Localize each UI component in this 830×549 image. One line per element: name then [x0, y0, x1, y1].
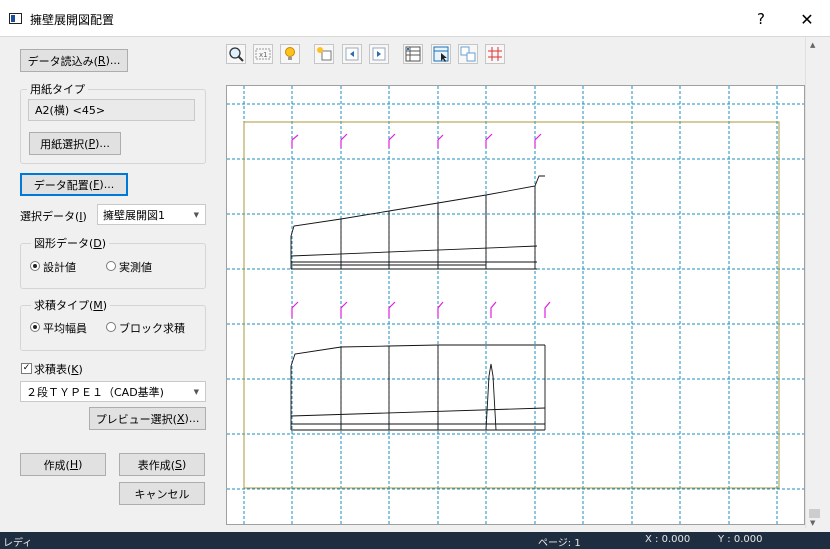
paper-frame [243, 121, 780, 489]
select-data-value: 擁壁展開図1 [103, 208, 165, 222]
chevron-down-icon: ▼ [193, 387, 199, 396]
preview-select-label: プレビュー選択( [95, 412, 177, 426]
window-title: 擁壁展開図配置 [30, 13, 115, 27]
create-key: H [69, 458, 79, 471]
table-create-label: 表作成( [137, 458, 175, 472]
table-icon[interactable] [403, 44, 423, 64]
paper-type-value: A2(横) <45> [28, 99, 195, 121]
radio-average-width-label: 平均幅員 [43, 322, 87, 335]
calc-type-key: M [93, 299, 103, 312]
app-icon [9, 13, 22, 24]
paper-type-legend: 用紙タイプ [27, 81, 88, 97]
preview-select-key: X [176, 412, 185, 425]
status-text: レディ [3, 538, 33, 549]
prev-icon[interactable] [342, 44, 362, 64]
calc-table-value: ２段ＴＹＰＥ１（CAD基準) [26, 385, 164, 399]
calc-table-label-close: ) [78, 363, 83, 376]
calc-type-legend-close: ) [102, 299, 108, 312]
select-data-label: 選択データ(I) [20, 208, 87, 224]
read-data-button[interactable]: データ読込み(R)... [20, 49, 128, 72]
calc-table-label: 求積表(K) [34, 361, 83, 377]
preview-canvas[interactable] [226, 85, 805, 525]
scroll-thumb[interactable] [809, 509, 820, 518]
next-icon[interactable] [369, 44, 389, 64]
read-data-key: R [97, 54, 106, 67]
data-layout-button[interactable]: データ配置(F)... [20, 173, 128, 196]
calc-type-legend-text: 求積タイプ( [34, 299, 94, 312]
wall-elevation-1 [290, 175, 545, 270]
layout-grid [227, 86, 804, 524]
create-label: 作成( [43, 458, 70, 472]
status-page: ページ: 1 [538, 538, 581, 549]
zoom-icon[interactable] [226, 44, 246, 64]
table-create-suffix: ) [181, 458, 187, 471]
title-bar [0, 0, 830, 36]
radio-block-calc[interactable] [106, 322, 116, 332]
radio-average-width[interactable] [30, 322, 40, 332]
table-create-key: S [175, 458, 182, 471]
status-x: X : 0.000 [645, 534, 691, 545]
radio-design-value[interactable] [30, 261, 40, 271]
figure-data-legend: 図形データ(D) [31, 235, 110, 251]
table-create-button[interactable]: 表作成(S) [119, 453, 205, 476]
title-separator [0, 36, 830, 37]
scroll-up-icon[interactable]: ▲ [810, 41, 815, 49]
copy-icon[interactable] [458, 44, 478, 64]
calc-table-checkbox[interactable]: ✓ [21, 363, 32, 374]
paper-select-key: P [88, 137, 96, 150]
light-icon[interactable] [280, 44, 300, 64]
radio-measured-value-label: 実測値 [119, 261, 152, 274]
calc-type-legend: 求積タイプ(M) [31, 297, 111, 313]
select-icon[interactable] [431, 44, 451, 64]
move-icon[interactable] [314, 44, 334, 64]
vertical-scrollbar[interactable]: ▲ ▼ [805, 37, 822, 528]
chevron-down-icon: ▼ [193, 210, 199, 219]
close-button[interactable]: ✕ [784, 4, 830, 34]
radio-design-value-label: 設計値 [43, 261, 76, 274]
create-button[interactable]: 作成(H) [20, 453, 106, 476]
status-bar: レディ ページ: 1 X : 0.000 Y : 0.000 [0, 532, 830, 549]
calc-table-label-text: 求積表( [34, 363, 72, 376]
select-data-label-close: ) [82, 210, 87, 223]
top-row-markers [291, 133, 551, 318]
preview-select-suffix: )... [184, 412, 200, 425]
create-suffix: ) [78, 458, 83, 471]
radio-measured-value[interactable] [106, 261, 116, 271]
figure-data-legend-text: 図形データ( [34, 237, 94, 250]
read-data-suffix: )... [105, 54, 121, 67]
data-layout-suffix: )... [99, 178, 115, 191]
svg-text:x1: x1 [259, 51, 268, 59]
figure-data-key: D [93, 237, 102, 250]
wall-elevation-2 [290, 344, 546, 431]
cancel-button[interactable]: キャンセル [119, 482, 205, 505]
figure-data-legend-close: ) [101, 237, 107, 250]
data-layout-label: データ配置( [33, 178, 94, 192]
radio-block-calc-label: ブロック求積 [119, 322, 185, 335]
calc-table-key: K [71, 363, 79, 376]
read-data-label: データ読込み( [27, 54, 98, 68]
calc-table-combo[interactable]: ２段ＴＹＰＥ１（CAD基準) ▼ [20, 381, 206, 402]
select-data-combo[interactable]: 擁壁展開図1 ▼ [97, 204, 206, 225]
scroll-down-icon[interactable]: ▼ [810, 519, 815, 527]
layout-drawing [227, 86, 804, 524]
paper-select-button[interactable]: 用紙選択(P)... [29, 132, 121, 155]
status-y: Y : 0.000 [718, 534, 763, 545]
preview-select-button[interactable]: プレビュー選択(X)... [89, 407, 206, 430]
grid-icon[interactable] [485, 44, 505, 64]
fit-icon[interactable]: x1 [253, 44, 273, 64]
paper-select-label: 用紙選択( [40, 137, 89, 151]
select-data-label-text: 選択データ( [20, 210, 80, 223]
paper-select-suffix: )... [95, 137, 110, 150]
help-button[interactable]: ? [738, 4, 784, 34]
